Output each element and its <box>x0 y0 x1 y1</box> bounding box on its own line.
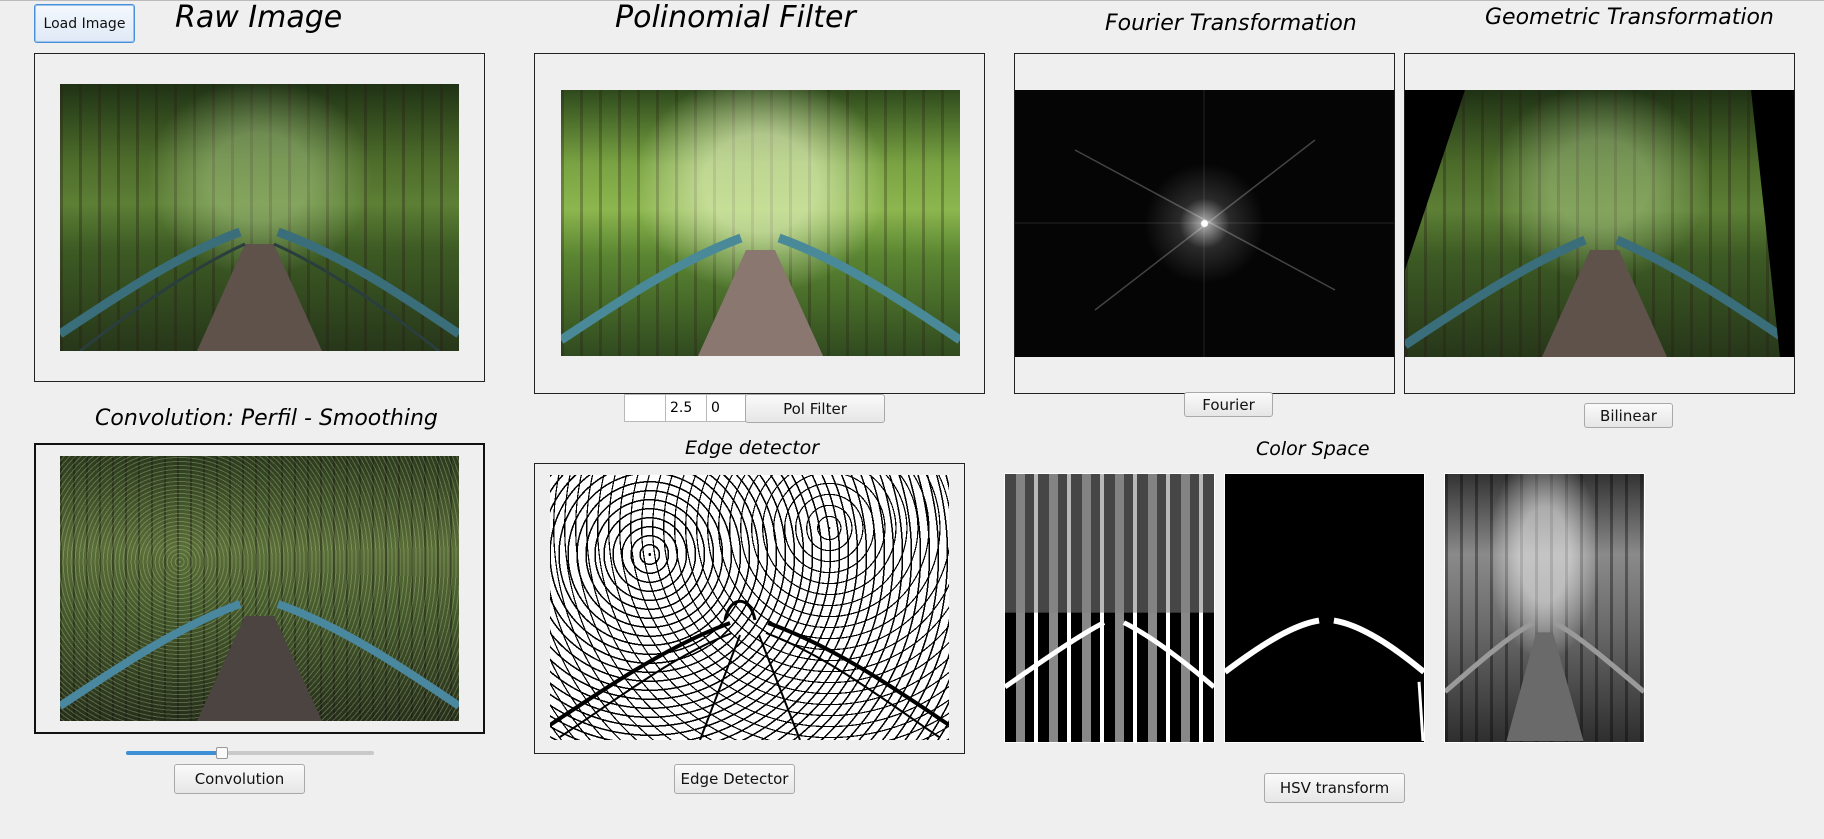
polynomial-param-a-input[interactable] <box>624 394 666 422</box>
bridge-graphic <box>1445 620 1644 742</box>
polynomial-param-b-input[interactable]: 2.5 <box>665 394 707 422</box>
fourier-image-frame <box>1014 53 1395 394</box>
bridge-graphic <box>60 600 459 721</box>
value-channel-image <box>1444 473 1645 743</box>
fourier-spectrum-image <box>1015 90 1394 357</box>
saturation-channel-image <box>1224 473 1425 743</box>
convolution-image <box>60 456 459 721</box>
edge-detector-button[interactable]: Edge Detector <box>674 764 795 794</box>
hue-mask-graphic <box>1005 474 1214 689</box>
polynomial-param-c-input[interactable]: 0 <box>706 394 746 422</box>
edge-detector-title: Edge detector <box>685 437 820 459</box>
fourier-button[interactable]: Fourier <box>1184 392 1273 417</box>
raw-image-title: Raw Image <box>175 0 343 35</box>
geometric-transformed-image <box>1405 90 1794 357</box>
load-image-button[interactable]: Load Image <box>34 4 135 43</box>
hsv-transform-button[interactable]: HSV transform <box>1264 773 1405 803</box>
bridge-graphic <box>561 233 960 356</box>
geometric-title: Geometric Transformation <box>1485 5 1774 30</box>
pol-filter-button[interactable]: Pol Filter <box>745 394 885 423</box>
color-space-title: Color Space <box>1256 438 1370 460</box>
warp-mask-graphic <box>1405 90 1794 357</box>
bridge-graphic <box>60 227 459 351</box>
convolution-image-frame <box>34 443 485 734</box>
convolution-title: Convolution: Perfil - Smoothing <box>95 406 438 431</box>
raw-image-frame <box>34 53 485 382</box>
saturation-mask-graphic <box>1225 617 1424 742</box>
bilinear-button[interactable]: Bilinear <box>1584 403 1673 428</box>
spectrum-rays-graphic <box>1015 90 1394 357</box>
fourier-title: Fourier Transformation <box>1105 11 1357 36</box>
polynomial-image-frame <box>534 53 985 394</box>
convolution-slider[interactable] <box>126 746 374 760</box>
polynomial-filter-title: Polinomial Filter <box>615 0 856 35</box>
edge-bridge-graphic <box>550 599 949 740</box>
hue-channel-image <box>1004 473 1215 743</box>
slider-fill <box>126 751 222 755</box>
convolution-button[interactable]: Convolution <box>174 764 305 794</box>
polynomial-filtered-image <box>561 90 960 356</box>
raw-image <box>60 84 459 351</box>
slider-handle[interactable] <box>216 747 228 759</box>
geometric-image-frame <box>1404 53 1795 394</box>
edge-image-frame <box>534 463 965 754</box>
edge-detector-image <box>550 475 949 740</box>
